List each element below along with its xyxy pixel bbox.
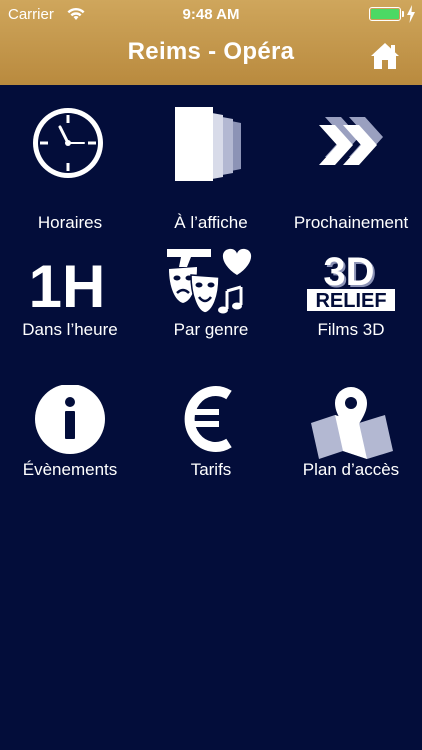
- menu-item-label: Plan d’accès: [302, 460, 400, 479]
- menu-item-evenements[interactable]: Évènements: [0, 385, 140, 505]
- menu-item-par-genre[interactable]: Par genre: [141, 245, 281, 365]
- euro-icon: [184, 386, 232, 452]
- menu-item-a-l-affiche[interactable]: À l’affiche: [141, 105, 281, 232]
- menu-item-label: Par genre: [173, 320, 249, 339]
- genre-icon: [167, 248, 252, 314]
- menu-item-label: Horaires: [37, 213, 103, 232]
- svg-text:1H: 1H: [29, 253, 106, 320]
- menu-item-label: Films 3D: [317, 320, 385, 339]
- clock-time: 9:48 AM: [182, 6, 240, 23]
- battery-icon: [369, 7, 401, 21]
- menu-item-label: À l’affiche: [174, 213, 248, 232]
- charging-bolt-icon: [407, 5, 415, 23]
- status-bar: Carrier 9:48 AM: [0, 0, 422, 30]
- menu-item-plan-d-acces[interactable]: Plan d’accès: [281, 385, 421, 505]
- menu-item-tarifs[interactable]: Tarifs: [141, 385, 281, 505]
- 3d-relief-icon: 3D 3D RELIEF: [307, 250, 395, 312]
- svg-text:3D: 3D: [323, 250, 374, 294]
- home-icon[interactable]: [369, 40, 401, 72]
- menu-item-prochainement[interactable]: Prochainement: [281, 105, 421, 232]
- menu-item-horaires[interactable]: Horaires: [0, 105, 140, 232]
- menu-item-dans-l-heure[interactable]: 1H Dans l’heure: [0, 245, 140, 365]
- menu-item-films-3d[interactable]: 3D 3D RELIEF Films 3D: [281, 245, 421, 365]
- one-hour-icon: 1H: [29, 253, 106, 320]
- posters-icon: [175, 107, 241, 181]
- header-bar: Carrier 9:48 AM Reims - Opéra: [0, 0, 422, 85]
- menu-item-label: Prochainement: [293, 213, 409, 232]
- map-icon: [311, 387, 393, 459]
- svg-text:RELIEF: RELIEF: [315, 290, 386, 312]
- menu-item-label: Tarifs: [190, 460, 232, 479]
- fast-forward-icon: [319, 117, 383, 165]
- menu-item-label: Dans l’heure: [22, 320, 118, 339]
- menu-item-label: Évènements: [22, 460, 118, 479]
- battery-cap: [402, 11, 404, 17]
- clock-icon: [33, 108, 103, 178]
- page-title: Reims - Opéra: [127, 38, 295, 65]
- info-icon: [35, 385, 105, 454]
